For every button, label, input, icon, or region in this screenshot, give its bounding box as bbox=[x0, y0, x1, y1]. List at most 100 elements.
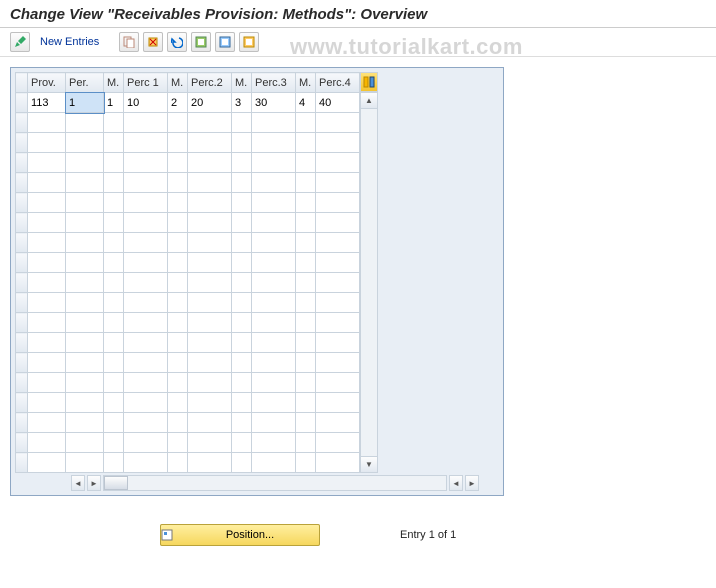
data-grid[interactable]: Prov. Per. M. Perc 1 M. Perc.2 M. Perc.3… bbox=[15, 72, 360, 473]
row-selector[interactable] bbox=[16, 173, 28, 193]
cell-perc2 bbox=[188, 313, 232, 333]
row-selector[interactable] bbox=[16, 433, 28, 453]
cell-m1 bbox=[104, 413, 124, 433]
table-row[interactable] bbox=[16, 113, 360, 133]
table-row[interactable]: 1131110220330440 bbox=[16, 93, 360, 113]
vscroll-track[interactable] bbox=[361, 109, 377, 456]
cell-perc3 bbox=[252, 333, 296, 353]
undo-icon[interactable] bbox=[167, 32, 187, 52]
cell-prov[interactable]: 113 bbox=[28, 93, 66, 113]
cell-perc4[interactable]: 40 bbox=[316, 93, 360, 113]
row-selector-header[interactable] bbox=[16, 73, 28, 93]
hscroll-right2-icon[interactable]: ► bbox=[465, 475, 479, 491]
cell-m4 bbox=[296, 433, 316, 453]
cell-m4[interactable]: 4 bbox=[296, 93, 316, 113]
table-row[interactable] bbox=[16, 273, 360, 293]
hscroll-track[interactable] bbox=[103, 475, 447, 491]
row-selector[interactable] bbox=[16, 413, 28, 433]
cell-per[interactable]: 1 bbox=[66, 93, 104, 113]
cell-perc3[interactable]: 30 bbox=[252, 93, 296, 113]
cell-prov bbox=[28, 433, 66, 453]
table-row[interactable] bbox=[16, 233, 360, 253]
scroll-down-icon[interactable]: ▼ bbox=[361, 456, 377, 472]
row-selector[interactable] bbox=[16, 93, 28, 113]
table-row[interactable] bbox=[16, 293, 360, 313]
table-row[interactable] bbox=[16, 253, 360, 273]
row-selector[interactable] bbox=[16, 253, 28, 273]
cell-perc1[interactable]: 10 bbox=[124, 93, 168, 113]
horizontal-scrollbar[interactable]: ◄ ► ◄ ► bbox=[15, 475, 499, 491]
col-perc4[interactable]: Perc.4 bbox=[316, 73, 360, 93]
table-row[interactable] bbox=[16, 213, 360, 233]
row-selector[interactable] bbox=[16, 393, 28, 413]
cell-perc1 bbox=[124, 373, 168, 393]
hscroll-left-icon[interactable]: ◄ bbox=[71, 475, 85, 491]
cell-m3 bbox=[232, 233, 252, 253]
table-row[interactable] bbox=[16, 433, 360, 453]
row-selector[interactable] bbox=[16, 113, 28, 133]
row-selector[interactable] bbox=[16, 333, 28, 353]
cell-per bbox=[66, 313, 104, 333]
vertical-scrollbar[interactable]: ▲ ▼ bbox=[360, 92, 378, 473]
scroll-up-icon[interactable]: ▲ bbox=[361, 93, 377, 109]
cell-perc3 bbox=[252, 113, 296, 133]
toggle-change-icon[interactable] bbox=[10, 32, 30, 52]
table-settings-icon[interactable] bbox=[360, 72, 378, 92]
col-m4[interactable]: M. bbox=[296, 73, 316, 93]
col-prov[interactable]: Prov. bbox=[28, 73, 66, 93]
row-selector[interactable] bbox=[16, 233, 28, 253]
table-row[interactable] bbox=[16, 193, 360, 213]
col-per[interactable]: Per. bbox=[66, 73, 104, 93]
row-selector[interactable] bbox=[16, 293, 28, 313]
table-row[interactable] bbox=[16, 133, 360, 153]
select-block-icon[interactable] bbox=[215, 32, 235, 52]
table-row[interactable] bbox=[16, 353, 360, 373]
row-selector[interactable] bbox=[16, 273, 28, 293]
cell-m1[interactable]: 1 bbox=[104, 93, 124, 113]
table-row[interactable] bbox=[16, 173, 360, 193]
row-selector[interactable] bbox=[16, 153, 28, 173]
cell-perc3 bbox=[252, 253, 296, 273]
table-row[interactable] bbox=[16, 453, 360, 473]
cell-m4 bbox=[296, 393, 316, 413]
row-selector[interactable] bbox=[16, 313, 28, 333]
row-selector[interactable] bbox=[16, 373, 28, 393]
row-selector[interactable] bbox=[16, 453, 28, 473]
hscroll-thumb[interactable] bbox=[104, 476, 128, 490]
table-row[interactable] bbox=[16, 393, 360, 413]
col-m3[interactable]: M. bbox=[232, 73, 252, 93]
cell-m4 bbox=[296, 153, 316, 173]
row-selector[interactable] bbox=[16, 133, 28, 153]
row-selector[interactable] bbox=[16, 193, 28, 213]
position-button[interactable]: Position... bbox=[160, 524, 320, 546]
delete-icon[interactable] bbox=[143, 32, 163, 52]
deselect-all-icon[interactable] bbox=[239, 32, 259, 52]
cell-m3 bbox=[232, 413, 252, 433]
hscroll-left2-icon[interactable]: ◄ bbox=[449, 475, 463, 491]
hscroll-right-icon[interactable]: ► bbox=[87, 475, 101, 491]
col-m1[interactable]: M. bbox=[104, 73, 124, 93]
table-row[interactable] bbox=[16, 313, 360, 333]
select-all-icon[interactable] bbox=[191, 32, 211, 52]
new-entries-button[interactable]: New Entries bbox=[34, 34, 105, 50]
table-row[interactable] bbox=[16, 373, 360, 393]
cell-m2 bbox=[168, 373, 188, 393]
table-row[interactable] bbox=[16, 333, 360, 353]
cell-perc2[interactable]: 20 bbox=[188, 93, 232, 113]
col-m2[interactable]: M. bbox=[168, 73, 188, 93]
row-selector[interactable] bbox=[16, 213, 28, 233]
cell-per bbox=[66, 153, 104, 173]
cell-m1 bbox=[104, 153, 124, 173]
col-perc3[interactable]: Perc.3 bbox=[252, 73, 296, 93]
col-perc2[interactable]: Perc.2 bbox=[188, 73, 232, 93]
copy-icon[interactable] bbox=[119, 32, 139, 52]
table-row[interactable] bbox=[16, 153, 360, 173]
cell-m2 bbox=[168, 153, 188, 173]
table-row[interactable] bbox=[16, 413, 360, 433]
cell-m2[interactable]: 2 bbox=[168, 93, 188, 113]
col-perc1[interactable]: Perc 1 bbox=[124, 73, 168, 93]
cell-m3[interactable]: 3 bbox=[232, 93, 252, 113]
application-toolbar: New Entries bbox=[0, 28, 716, 57]
cell-perc4 bbox=[316, 433, 360, 453]
row-selector[interactable] bbox=[16, 353, 28, 373]
